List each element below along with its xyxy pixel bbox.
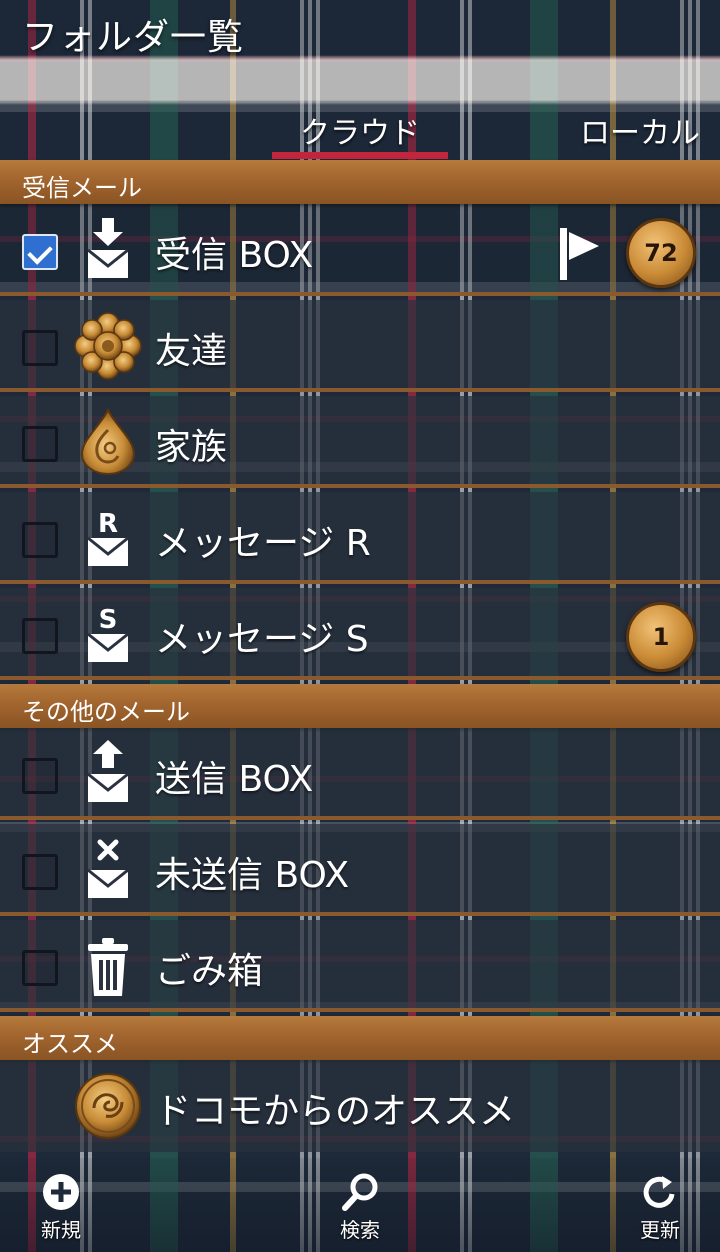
search-button[interactable]: 検索 bbox=[315, 1172, 405, 1243]
search-icon bbox=[342, 1173, 378, 1211]
page-title: フォルダ一覧 bbox=[22, 17, 245, 58]
new-label: 新規 bbox=[41, 1218, 81, 1242]
app-header: フォルダ一覧 クラウド ローカル bbox=[0, 0, 720, 160]
section-header-recommend: オススメ bbox=[0, 1016, 720, 1060]
trash-icon bbox=[88, 938, 128, 996]
folder-checkbox[interactable] bbox=[22, 234, 58, 270]
folder-row-message-r[interactable]: R メッセージ R bbox=[0, 492, 720, 584]
flag-icon[interactable] bbox=[556, 226, 602, 282]
bottom-toolbar: 新規 検索 更新 bbox=[0, 1158, 720, 1252]
mail-r-icon: R bbox=[87, 509, 129, 566]
folder-label: 未送信 BOX bbox=[155, 855, 350, 896]
folder-label: ごみ箱 bbox=[155, 951, 264, 992]
folder-label: メッセージ R bbox=[155, 523, 371, 564]
folder-row-message-s[interactable]: S メッセージ S 1 bbox=[0, 588, 720, 680]
section-header-other: その他のメール bbox=[0, 684, 720, 728]
refresh-label: 更新 bbox=[640, 1218, 680, 1242]
folder-row-trash[interactable]: ごみ箱 bbox=[0, 920, 720, 1012]
folder-checkbox[interactable] bbox=[22, 330, 58, 366]
unread-count-badge: 72 bbox=[626, 218, 696, 288]
inbox-download-icon bbox=[87, 218, 129, 278]
folder-checkbox[interactable] bbox=[22, 618, 58, 654]
section-header-inbox: 受信メール bbox=[0, 160, 720, 204]
tab-local[interactable]: ローカル bbox=[580, 108, 700, 152]
plus-circle-icon bbox=[43, 1174, 79, 1210]
folder-row-inbox[interactable]: 受信 BOX 72 bbox=[0, 204, 720, 296]
gold-ornament-icon bbox=[75, 1073, 141, 1139]
unread-count-badge: 1 bbox=[626, 602, 696, 672]
folder-row-outbox[interactable]: 送信 BOX bbox=[0, 728, 720, 820]
folder-row-docomo-recommend[interactable]: ドコモからのオススメ bbox=[0, 1060, 720, 1152]
folder-row-family[interactable]: 家族 bbox=[0, 396, 720, 488]
outbox-upload-icon bbox=[87, 740, 129, 802]
folder-checkbox[interactable] bbox=[22, 854, 58, 890]
folder-label: 友達 bbox=[155, 331, 228, 372]
section-title: その他のメール bbox=[22, 698, 190, 726]
folder-label: 受信 BOX bbox=[155, 235, 314, 276]
gold-flower-icon bbox=[74, 312, 142, 380]
svg-text:S: S bbox=[99, 605, 118, 635]
section-title: 受信メール bbox=[22, 174, 142, 202]
gold-drop-icon bbox=[80, 408, 136, 475]
folder-label: 送信 BOX bbox=[155, 759, 314, 800]
folder-row-friends[interactable]: 友達 bbox=[0, 300, 720, 392]
folder-row-unsent[interactable]: 未送信 BOX bbox=[0, 824, 720, 916]
active-tab-indicator bbox=[272, 152, 448, 159]
section-title: オススメ bbox=[22, 1030, 118, 1058]
folder-checkbox[interactable] bbox=[22, 758, 58, 794]
unsent-mail-icon bbox=[87, 839, 129, 898]
folder-checkbox[interactable] bbox=[22, 426, 58, 462]
folder-label: ドコモからのオススメ bbox=[155, 1091, 516, 1132]
search-label: 検索 bbox=[340, 1218, 380, 1242]
folder-label: メッセージ S bbox=[155, 619, 369, 660]
svg-text:R: R bbox=[98, 509, 118, 539]
folder-checkbox[interactable] bbox=[22, 522, 58, 558]
folder-label: 家族 bbox=[155, 427, 228, 468]
folder-checkbox[interactable] bbox=[22, 950, 58, 986]
tab-cloud[interactable]: クラウド bbox=[300, 108, 420, 152]
new-button[interactable]: 新規 bbox=[16, 1172, 106, 1243]
refresh-icon bbox=[643, 1176, 675, 1208]
mail-s-icon: S bbox=[87, 605, 129, 662]
refresh-button[interactable]: 更新 bbox=[615, 1172, 705, 1243]
